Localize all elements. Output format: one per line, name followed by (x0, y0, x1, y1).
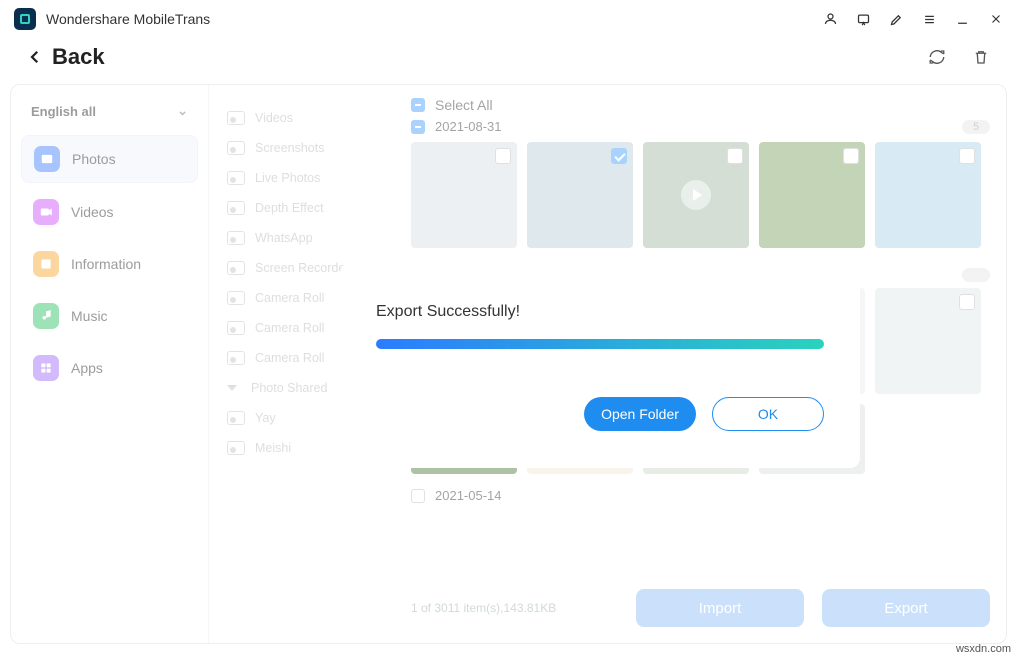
sidebar-item-videos[interactable]: Videos (21, 189, 198, 235)
album-icon (227, 441, 245, 455)
modal-title: Export Successfully! (376, 303, 824, 321)
sublist-label: Camera Roll (255, 351, 324, 365)
play-icon (681, 180, 711, 210)
thumbnail[interactable] (875, 288, 981, 394)
sublist-label: Depth Effect (255, 201, 324, 215)
thumb-checkbox[interactable] (727, 148, 743, 164)
sublist-item[interactable]: Depth Effect (209, 193, 395, 223)
ok-label: OK (758, 406, 778, 422)
edit-icon[interactable] (889, 12, 904, 27)
sublist-item[interactable]: Screenshots (209, 133, 395, 163)
select-all-label: Select All (435, 97, 493, 113)
thumb-checkbox[interactable] (959, 294, 975, 310)
album-icon (227, 171, 245, 185)
trash-icon[interactable] (971, 47, 991, 67)
apps-icon (33, 355, 59, 381)
group-date: 2021-05-14 (435, 488, 502, 503)
app-title: Wondershare MobileTrans (46, 11, 823, 27)
back-label: Back (52, 44, 105, 70)
information-icon (33, 251, 59, 277)
open-folder-label: Open Folder (601, 406, 679, 422)
language-label: English all (31, 104, 96, 119)
sidebar-item-label: Apps (71, 360, 103, 376)
titlebar: Wondershare MobileTrans (0, 0, 1017, 38)
thumbnail-grid (411, 142, 990, 248)
sidebar-item-label: Music (71, 308, 108, 324)
sidebar-item-label: Information (71, 256, 141, 272)
import-button[interactable]: Import (636, 589, 804, 627)
select-all-checkbox[interactable] (411, 98, 425, 112)
sublist-label: Meishi (255, 441, 291, 455)
sublist-label: Screen Recorder (255, 261, 350, 275)
group-count (962, 268, 990, 282)
ok-button[interactable]: OK (712, 397, 824, 431)
account-icon[interactable] (823, 12, 838, 27)
feedback-icon[interactable] (856, 12, 871, 27)
footer-info: 1 of 3011 item(s),143.81KB (411, 601, 556, 615)
minimize-icon[interactable] (955, 12, 970, 27)
sidebar-item-information[interactable]: Information (21, 241, 198, 287)
album-icon (227, 351, 245, 365)
photos-icon (34, 146, 60, 172)
thumbnail[interactable] (643, 142, 749, 248)
progress-bar (376, 339, 824, 349)
sidebar-item-music[interactable]: Music (21, 293, 198, 339)
thumbnail[interactable] (875, 142, 981, 248)
album-icon (227, 321, 245, 335)
sublist-label: Videos (255, 111, 293, 125)
thumbnail[interactable] (759, 142, 865, 248)
sublist-label: Screenshots (255, 141, 324, 155)
sublist-label: Live Photos (255, 171, 320, 185)
album-icon (227, 201, 245, 215)
album-icon (227, 411, 245, 425)
sublist-item[interactable]: Live Photos (209, 163, 395, 193)
export-label: Export (884, 600, 927, 617)
export-button[interactable]: Export (822, 589, 990, 627)
album-icon (227, 261, 245, 275)
close-icon[interactable] (988, 12, 1003, 27)
sublist-label: WhatsApp (255, 231, 313, 245)
footer: 1 of 3011 item(s),143.81KB Import Export (411, 589, 990, 627)
thumbnail[interactable] (411, 142, 517, 248)
chevron-down-icon: ⌄ (177, 103, 188, 119)
import-label: Import (699, 600, 742, 617)
sublist-item[interactable]: Videos (209, 103, 395, 133)
sublist-label: Yay (255, 411, 276, 425)
album-icon (227, 141, 245, 155)
triangle-down-icon (227, 385, 237, 391)
menu-icon[interactable] (922, 12, 937, 27)
watermark: wsxdn.com (956, 643, 1011, 655)
app-logo (14, 8, 36, 30)
sidebar-item-photos[interactable]: Photos (21, 135, 198, 183)
sublist-label: Camera Roll (255, 321, 324, 335)
back-button[interactable]: Back (26, 44, 105, 70)
thumb-checkbox[interactable] (611, 148, 627, 164)
category-sidebar: English all ⌄ Photos Videos Information … (11, 85, 209, 643)
export-success-modal: Export Successfully! Open Folder OK (340, 263, 860, 468)
group-date: 2021-08-31 (435, 119, 502, 134)
thumb-checkbox[interactable] (495, 148, 511, 164)
back-row: Back (0, 38, 1017, 84)
refresh-icon[interactable] (927, 47, 947, 67)
group-checkbox[interactable] (411, 489, 425, 503)
group-checkbox[interactable] (411, 120, 425, 134)
group-count: 5 (962, 120, 990, 134)
videos-icon (33, 199, 59, 225)
music-icon (33, 303, 59, 329)
sidebar-item-label: Photos (72, 151, 116, 167)
open-folder-button[interactable]: Open Folder (584, 397, 696, 431)
sublist-label: Camera Roll (255, 291, 324, 305)
language-dropdown[interactable]: English all ⌄ (21, 103, 198, 135)
sublist-item[interactable]: WhatsApp (209, 223, 395, 253)
sublist-label: Photo Shared (251, 381, 327, 395)
sidebar-item-label: Videos (71, 204, 114, 220)
thumb-checkbox[interactable] (959, 148, 975, 164)
album-icon (227, 291, 245, 305)
album-icon (227, 111, 245, 125)
thumbnail[interactable] (527, 142, 633, 248)
album-icon (227, 231, 245, 245)
sidebar-item-apps[interactable]: Apps (21, 345, 198, 391)
thumb-checkbox[interactable] (843, 148, 859, 164)
